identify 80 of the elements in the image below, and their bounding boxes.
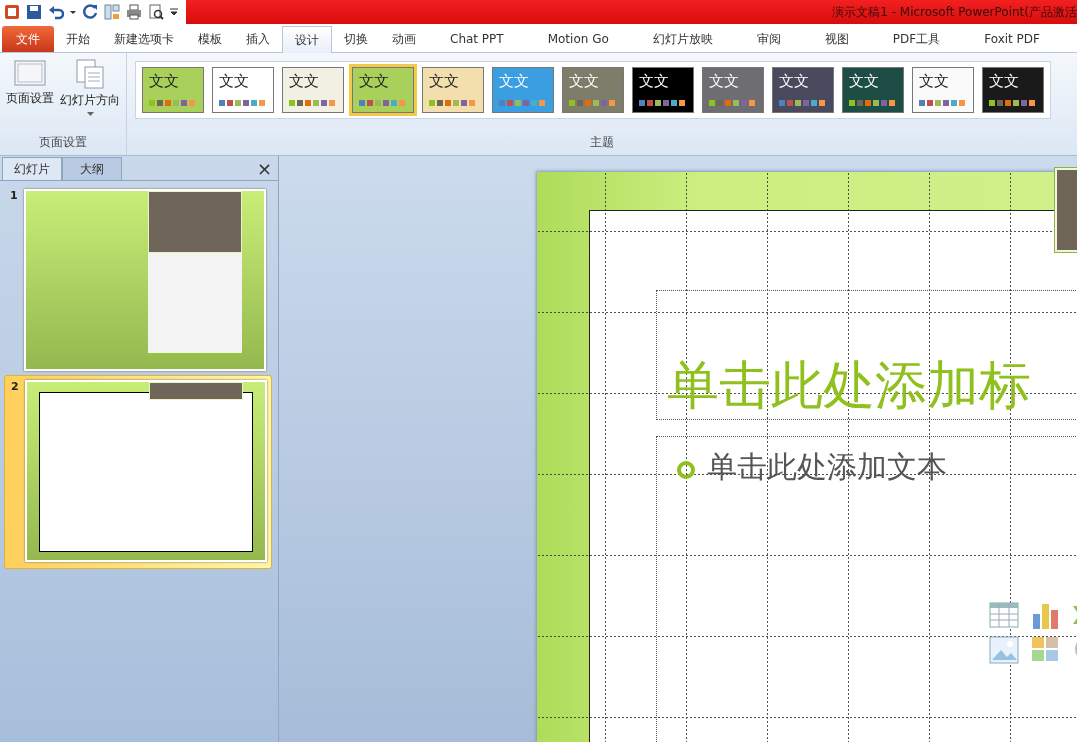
chart-icon[interactable] <box>1031 602 1061 630</box>
ribbon-tab[interactable]: 审阅 <box>734 26 803 52</box>
body-placeholder-text: 单击此处添加文本 <box>707 448 947 486</box>
theme-sample-text: 文文 <box>149 74 180 89</box>
color-swatches <box>219 100 267 106</box>
theme-sample-text: 文文 <box>429 74 460 89</box>
color-swatches <box>429 100 477 106</box>
slide-number: 2 <box>11 380 19 395</box>
group-label: 主题 <box>589 134 615 151</box>
theme-sample-text: 文文 <box>849 74 880 89</box>
theme-thumbnail[interactable]: 文文 <box>212 67 274 113</box>
color-swatches <box>849 100 897 106</box>
theme-thumbnail[interactable]: 文文 <box>142 67 204 113</box>
theme-sample-text: 文文 <box>779 74 810 89</box>
ribbon-tab[interactable]: Foxit PDF <box>962 26 1062 52</box>
layout-icon[interactable] <box>104 4 120 20</box>
color-swatches <box>359 100 407 106</box>
ribbon-tab[interactable]: Chat PPT <box>428 26 526 52</box>
slide-thumbnail-row[interactable]: 2 <box>4 375 272 569</box>
page-setup-button[interactable]: 页面设置 <box>4 59 56 107</box>
file-tab[interactable]: 文件 <box>2 26 54 52</box>
panel-tab[interactable]: 幻灯片 <box>2 157 62 180</box>
color-swatches <box>569 100 617 106</box>
color-swatches <box>149 100 197 106</box>
theme-thumbnail[interactable]: 文文 <box>702 67 764 113</box>
printer-icon[interactable] <box>126 4 142 20</box>
theme-sample-text: 文文 <box>989 74 1020 89</box>
ribbon-tab[interactable]: 动画 <box>380 26 428 52</box>
theme-sample-text: 文文 <box>919 74 950 89</box>
clip-art-icon[interactable] <box>1031 636 1059 662</box>
ribbon-tab[interactable]: 视图 <box>802 26 871 52</box>
theme-thumbnail[interactable]: 文文 <box>632 67 694 113</box>
title-placeholder-text: 单击此处添加标 <box>666 359 1031 417</box>
caret-icon <box>86 112 94 116</box>
save-icon[interactable] <box>26 4 42 20</box>
theme-thumbnail[interactable]: 文文 <box>912 67 974 113</box>
page-icon <box>14 59 46 87</box>
ribbon-tab[interactable]: 插入 <box>234 26 282 52</box>
color-swatches <box>919 100 967 106</box>
color-swatches <box>639 100 687 106</box>
window-title: 演示文稿1 - Microsoft PowerPoint(产品激活 <box>832 3 1077 21</box>
theme-sample-text: 文文 <box>359 74 390 89</box>
color-swatches <box>989 100 1037 106</box>
theme-sample-text: 文文 <box>709 74 740 89</box>
theme-sample-text: 文文 <box>569 74 600 89</box>
theme-thumbnail[interactable]: 文文 <box>282 67 344 113</box>
powerpoint-logo-icon[interactable] <box>4 4 20 20</box>
theme-thumbnail[interactable]: 文文 <box>422 67 484 113</box>
ribbon-tab[interactable]: Motion Go <box>525 26 631 52</box>
theme-thumbnail[interactable]: 文文 <box>352 67 414 113</box>
pages-icon <box>75 59 105 89</box>
close-button[interactable]: × <box>256 157 272 179</box>
ribbon-tab[interactable]: 开始 <box>54 26 102 52</box>
group-label: 页面设置 <box>38 134 88 151</box>
theme-thumbnail[interactable]: 文文 <box>562 67 624 113</box>
ribbon-tab[interactable]: 新建选项卡 <box>102 26 186 52</box>
undo-icon[interactable] <box>48 4 64 20</box>
color-swatches <box>709 100 757 106</box>
theme-sample-text: 文文 <box>499 74 530 89</box>
slide-number: 1 <box>10 189 18 204</box>
ribbon-tab[interactable]: 模板 <box>186 26 234 52</box>
redo-icon[interactable] <box>82 4 98 20</box>
theme-sample-text: 文文 <box>219 74 250 89</box>
ribbon-tab[interactable]: 切换 <box>332 26 380 52</box>
print-preview-icon[interactable] <box>148 4 164 20</box>
panel-tab[interactable]: 大纲 <box>62 157 122 180</box>
ribbon-tab[interactable]: 设计 <box>282 26 332 53</box>
slide-thumbnail-row[interactable]: 1 <box>10 189 268 371</box>
color-swatches <box>499 100 547 106</box>
theme-thumbnail[interactable]: 文文 <box>772 67 834 113</box>
bullet-icon <box>677 461 695 479</box>
theme-sample-text: 文文 <box>289 74 320 89</box>
ribbon-tab[interactable]: 幻灯片放映 <box>630 26 735 52</box>
slide-orientation-button[interactable]: 幻灯片方向 <box>58 59 122 116</box>
theme-thumbnail[interactable]: 文文 <box>982 67 1044 113</box>
color-swatches <box>289 100 337 106</box>
theme-thumbnail[interactable]: 文文 <box>842 67 904 113</box>
ribbon-tab[interactable]: PDF工具 <box>870 26 963 52</box>
theme-sample-text: 文文 <box>639 74 670 89</box>
color-swatches <box>779 100 827 106</box>
